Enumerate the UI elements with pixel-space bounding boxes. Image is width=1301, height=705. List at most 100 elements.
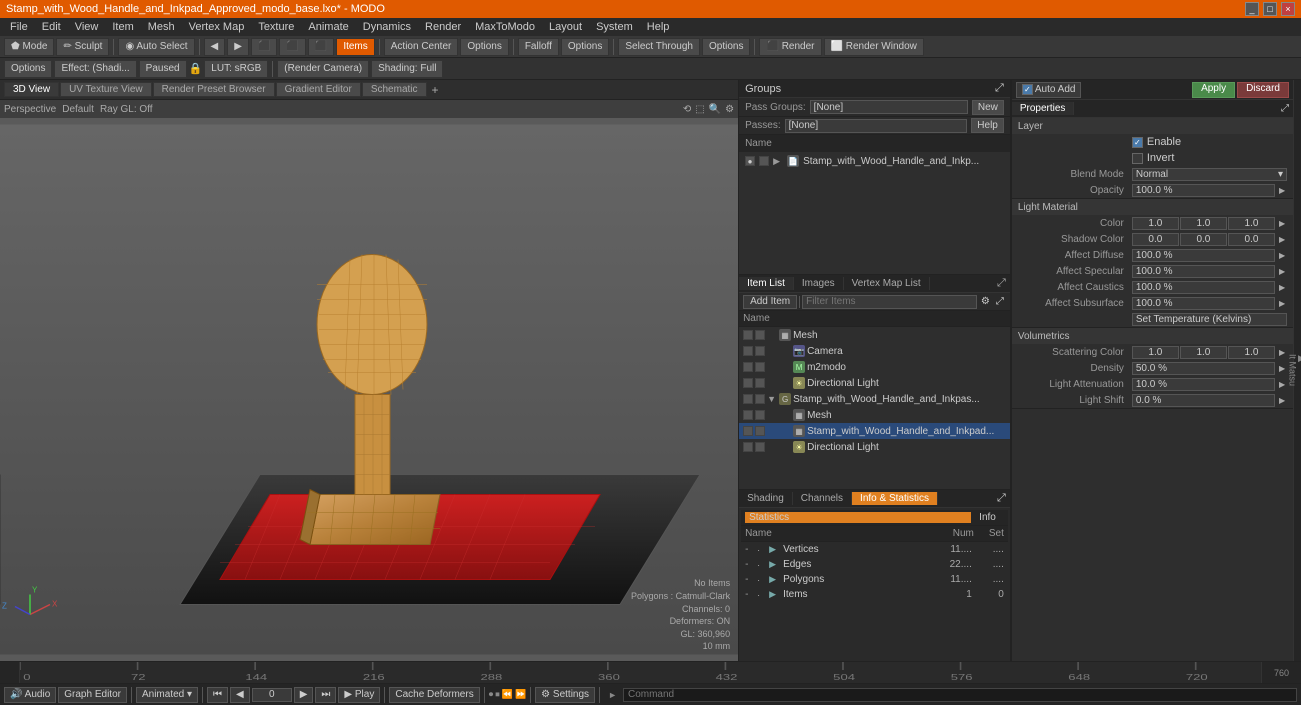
enable-checkbox[interactable]: ✓ xyxy=(1132,137,1143,148)
stats-expand-arrow[interactable]: ▶ xyxy=(769,589,781,601)
invert-checkbox[interactable] xyxy=(1132,153,1143,164)
stats-expand-arrow[interactable]: ▶ xyxy=(769,559,781,571)
cache-deformers-btn[interactable]: Cache Deformers xyxy=(389,687,479,703)
group-vis-btn2[interactable] xyxy=(759,156,769,166)
options1-btn[interactable]: Options xyxy=(460,38,508,56)
frame-input[interactable] xyxy=(252,688,292,702)
item-vis-2[interactable] xyxy=(755,346,765,356)
item-name[interactable]: Directional Light xyxy=(807,442,1006,453)
prev-frame-btn[interactable]: ◀ xyxy=(230,687,250,703)
arrow-left-icon[interactable]: ► xyxy=(604,690,621,700)
action-center-btn[interactable]: Action Center xyxy=(384,38,459,56)
group-vis-btn[interactable]: ● xyxy=(745,156,755,166)
volumetrics-header[interactable]: Volumetrics xyxy=(1012,328,1293,344)
set-temp-value[interactable]: Set Temperature (Kelvins) xyxy=(1132,313,1287,326)
right-sidebar-handle[interactable]: ▶It Matsu xyxy=(1293,80,1301,661)
pass-new-btn[interactable]: New xyxy=(972,100,1004,115)
shading-btn[interactable]: Shading: Full xyxy=(371,60,443,78)
effect-label[interactable]: Effect: (Shadi... xyxy=(54,60,136,78)
passes-help-btn[interactable]: Help xyxy=(971,118,1004,133)
stats-expand-arrow[interactable]: ▶ xyxy=(769,574,781,586)
item-vis-1[interactable] xyxy=(743,330,753,340)
tab-gradient[interactable]: Gradient Editor xyxy=(276,82,361,97)
stats-minus[interactable]: - xyxy=(745,559,755,570)
affect-specular-arrow[interactable]: ▶ xyxy=(1279,267,1287,276)
stats-minus[interactable]: - xyxy=(745,589,755,600)
tab-schematic[interactable]: Schematic xyxy=(362,82,427,97)
light-material-header[interactable]: Light Material xyxy=(1012,199,1293,215)
tab-3d-view[interactable]: 3D View xyxy=(4,82,59,97)
color-g[interactable]: 1.0 xyxy=(1180,217,1227,230)
scattering-r[interactable]: 1.0 xyxy=(1132,346,1179,359)
tab-render-preset[interactable]: Render Preset Browser xyxy=(153,82,275,97)
light-atten-value[interactable]: 10.0 % xyxy=(1132,378,1275,391)
affect-diffuse-arrow[interactable]: ▶ xyxy=(1279,251,1287,260)
menu-render[interactable]: Render xyxy=(419,20,467,34)
viewport-icon-4[interactable]: ⚙ xyxy=(725,104,734,115)
item-name[interactable]: m2modo xyxy=(807,362,1006,373)
menu-texture[interactable]: Texture xyxy=(252,20,300,34)
command-input[interactable] xyxy=(623,688,1297,702)
menu-layout[interactable]: Layout xyxy=(543,20,588,34)
info-btn[interactable]: Info xyxy=(971,512,1004,523)
opacity-arrow[interactable]: ▶ xyxy=(1279,186,1287,195)
tool-btn-3[interactable]: ⬛ xyxy=(251,38,277,56)
item-vis-1[interactable] xyxy=(743,394,753,404)
shadow-g[interactable]: 0.0 xyxy=(1180,233,1227,246)
lut-btn[interactable]: LUT: sRGB xyxy=(204,60,268,78)
item-name[interactable]: Stamp_with_Wood_Handle_and_Inkpas... xyxy=(793,394,1006,405)
transport-icon-4[interactable]: ⏩ xyxy=(515,689,526,700)
mode-btn[interactable]: ⬟ Mode xyxy=(4,38,54,56)
close-btn[interactable]: × xyxy=(1281,2,1295,16)
add-view-tab[interactable]: + xyxy=(428,82,443,98)
tab-properties[interactable]: Properties xyxy=(1012,102,1075,115)
light-shift-value[interactable]: 0.0 % xyxy=(1132,394,1275,407)
stats-tab-info[interactable]: Info & Statistics xyxy=(852,492,938,505)
menu-edit[interactable]: Edit xyxy=(36,20,67,34)
select-through-btn[interactable]: Select Through xyxy=(618,38,700,56)
pass-groups-input[interactable] xyxy=(810,100,968,114)
play-btn[interactable]: ▶ Play xyxy=(338,687,380,703)
item-vis-1[interactable] xyxy=(743,426,753,436)
props-expand[interactable]: ⤢ xyxy=(1277,103,1293,114)
item-vis-1[interactable] xyxy=(743,442,753,452)
items-tab-vertex-map[interactable]: Vertex Map List xyxy=(844,277,930,290)
discard-btn[interactable]: Discard xyxy=(1237,82,1289,98)
render-btn[interactable]: ⬛ Render xyxy=(759,38,821,56)
menu-file[interactable]: File xyxy=(4,20,34,34)
viewport-icon-3[interactable]: 🔍 xyxy=(709,104,721,115)
color-b[interactable]: 1.0 xyxy=(1228,217,1275,230)
apply-btn[interactable]: Apply xyxy=(1192,82,1235,98)
menu-animate[interactable]: Animate xyxy=(302,20,354,34)
next-frame-btn[interactable]: ▶ xyxy=(294,687,314,703)
layer-header[interactable]: Layer xyxy=(1012,118,1293,134)
tab-uv-texture[interactable]: UV Texture View xyxy=(60,82,152,97)
prev-keyframe-btn[interactable]: ⏮ xyxy=(207,687,228,703)
item-name[interactable]: Stamp_with_Wood_Handle_and_Inkpad... xyxy=(807,426,1006,437)
sculpt-btn[interactable]: ✏ Sculpt xyxy=(56,38,109,56)
viewport-3d[interactable]: Perspective Default Ray GL: Off ⟲ ⬚ 🔍 ⚙ xyxy=(0,100,738,661)
scattering-arrow[interactable]: ▶ xyxy=(1279,348,1287,357)
stats-minus[interactable]: - xyxy=(745,574,755,585)
item-vis-2[interactable] xyxy=(755,410,765,420)
item-vis-2[interactable] xyxy=(755,378,765,388)
item-vis-1[interactable] xyxy=(743,346,753,356)
scattering-g[interactable]: 1.0 xyxy=(1180,346,1227,359)
menu-maxtomodo[interactable]: MaxToModo xyxy=(469,20,541,34)
audio-btn[interactable]: 🔊 Audio xyxy=(4,687,56,703)
transport-icon-2[interactable]: ⏹ xyxy=(495,689,500,700)
shadow-r[interactable]: 0.0 xyxy=(1132,233,1179,246)
tool-btn-5[interactable]: ⬛ xyxy=(308,38,334,56)
color-arrow[interactable]: ▶ xyxy=(1279,219,1287,228)
item-name[interactable]: Directional Light xyxy=(807,378,1006,389)
options3-btn[interactable]: Options xyxy=(702,38,750,56)
tool-btn-1[interactable]: ◀ xyxy=(204,38,226,56)
density-value[interactable]: 50.0 % xyxy=(1132,362,1275,375)
item-vis-2[interactable] xyxy=(755,362,765,372)
items-expand-btn[interactable]: ⤢ xyxy=(994,296,1006,307)
scattering-b[interactable]: 1.0 xyxy=(1228,346,1275,359)
transport-icon-1[interactable]: ⏺ xyxy=(489,689,494,700)
density-arrow[interactable]: ▶ xyxy=(1279,364,1287,373)
group-expand-arrow[interactable]: ▶ xyxy=(773,156,783,167)
stats-minus[interactable]: - xyxy=(745,544,755,555)
